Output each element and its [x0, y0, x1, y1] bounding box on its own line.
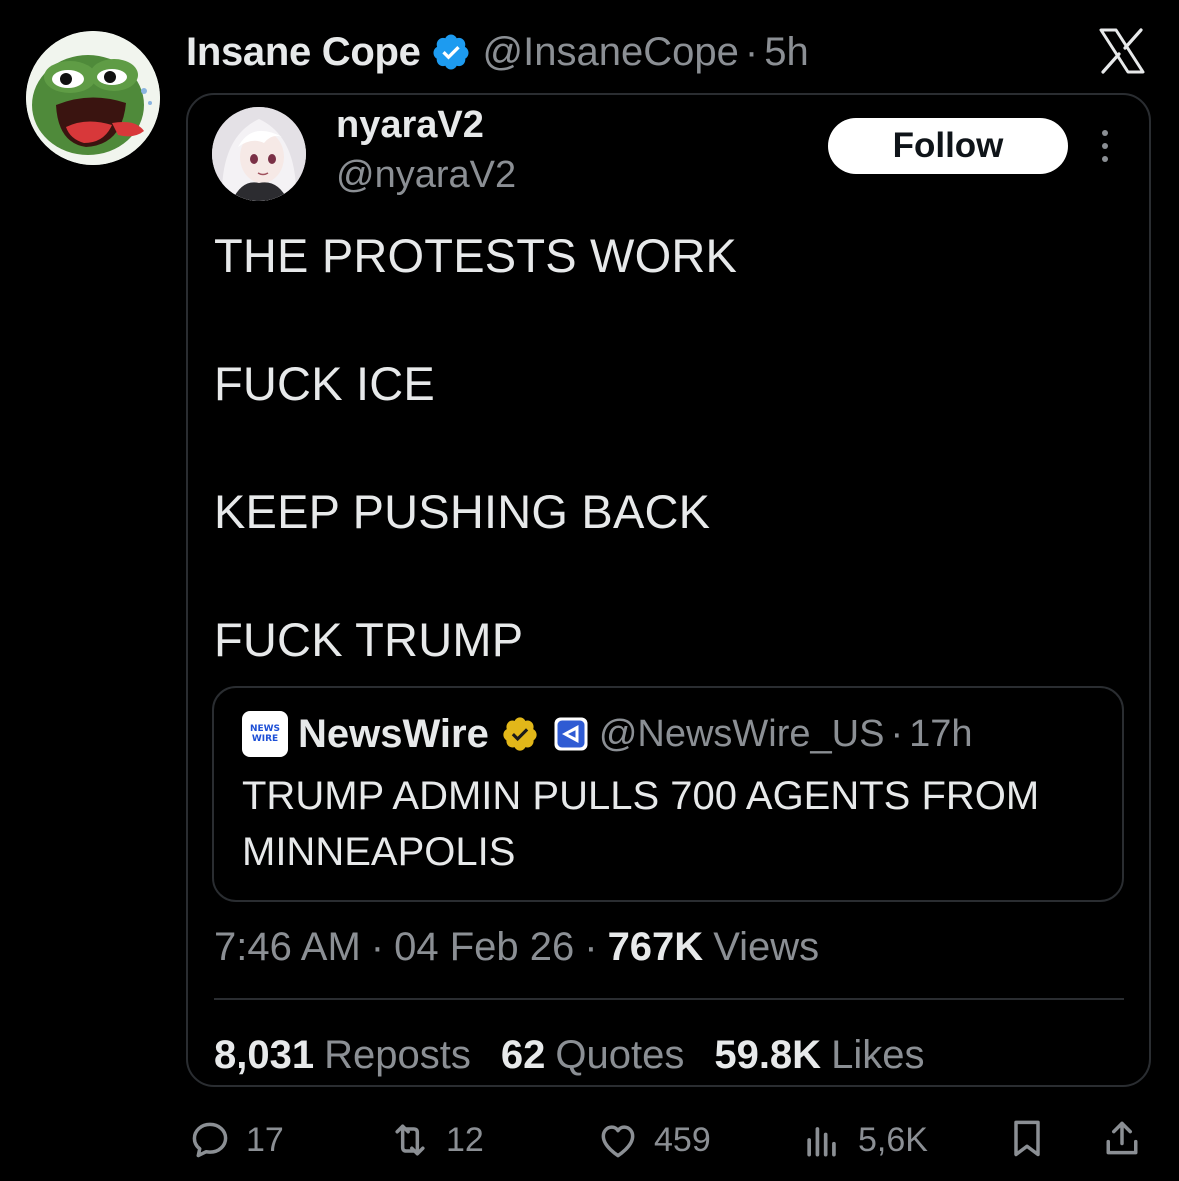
avatar[interactable] — [26, 31, 160, 165]
gold-verified-badge-icon — [503, 717, 537, 751]
post-date[interactable]: 04 Feb 26 — [394, 925, 574, 970]
like-button[interactable]: 459 — [596, 1116, 711, 1164]
engagement-stats: 8,031 Reposts 62 Quotes 59.8K Likes — [214, 1030, 954, 1080]
separator-dot: · — [370, 924, 385, 969]
quoted-author-handle[interactable]: @nyaraV2 — [336, 154, 516, 197]
author-handle[interactable]: @InsaneCope — [483, 30, 739, 75]
newswire-logo[interactable]: NEWS WIRE — [242, 711, 288, 757]
repost-icon — [395, 1124, 425, 1156]
views-label: Views — [713, 924, 820, 969]
verified-badge-icon — [433, 34, 469, 70]
logo-text: NEWS — [249, 724, 281, 734]
nested-author-handle[interactable]: @NewsWire_US — [599, 713, 885, 756]
quotes-stat[interactable]: 62 Quotes — [501, 1033, 684, 1078]
heart-icon — [601, 1125, 635, 1158]
post-text-line: KEEP PUSHING BACK — [214, 485, 711, 538]
more-options-icon[interactable] — [1096, 128, 1114, 164]
separator-dot: · — [744, 29, 759, 74]
quotes-count: 62 — [500, 1032, 546, 1077]
analytics-icon — [807, 1127, 836, 1157]
logo-text: WIRE — [251, 734, 279, 744]
quoted-author-name[interactable]: nyaraV2 — [336, 104, 484, 147]
separator-dot: · — [584, 924, 598, 969]
divider — [214, 998, 1124, 1000]
author-name[interactable]: Insane Cope — [186, 30, 421, 75]
post-meta: 7:46 AM · 04 Feb 26 · 767K Views — [214, 922, 819, 972]
repost-count: 12 — [446, 1120, 484, 1159]
reply-count: 17 — [246, 1120, 284, 1159]
repost-button[interactable]: 12 — [388, 1116, 484, 1164]
bookmark-icon[interactable] — [1005, 1116, 1049, 1160]
views-button[interactable]: 5,6K — [800, 1116, 928, 1164]
reposts-label: Reposts — [324, 1032, 471, 1077]
views-action-count: 5,6K — [858, 1120, 928, 1159]
separator-dot: · — [890, 712, 904, 755]
nested-author-name[interactable]: NewsWire — [298, 712, 489, 757]
x-logo-icon — [1099, 28, 1145, 74]
nested-post-time[interactable]: 17h — [909, 713, 972, 756]
views-count: 767K — [607, 924, 704, 969]
reposts-count: 8,031 — [214, 1032, 315, 1077]
affiliate-badge-icon — [554, 717, 588, 751]
reposts-stat[interactable]: 8,031 Reposts — [214, 1033, 471, 1078]
nested-quote-header: NewsWire @NewsWire_US · 17h — [298, 708, 973, 760]
outer-post-header: Insane Cope @InsaneCope · 5h — [186, 26, 809, 78]
nested-post-text: TRUMP ADMIN PULLS 700 AGENTS FROM MINNEA… — [242, 774, 1040, 874]
post-text-line: FUCK TRUMP — [214, 613, 524, 666]
frog-avatar-icon — [26, 31, 160, 165]
likes-stat[interactable]: 59.8K Likes — [714, 1033, 924, 1078]
anime-avatar-icon — [212, 107, 306, 201]
share-icon[interactable] — [1100, 1116, 1144, 1160]
post-text-line: THE PROTESTS WORK — [214, 229, 738, 282]
likes-count: 59.8K — [714, 1032, 822, 1077]
follow-button[interactable]: Follow — [828, 118, 1068, 174]
quotes-label: Quotes — [555, 1032, 685, 1077]
post-timestamp[interactable]: 7:46 AM — [214, 925, 361, 970]
likes-label: Likes — [831, 1032, 925, 1077]
like-count: 459 — [654, 1120, 711, 1159]
post-text-line: FUCK ICE — [214, 357, 435, 410]
post-screenshot: Insane Cope @InsaneCope · 5h nyaraV2 @ny… — [0, 0, 1179, 1181]
quoted-author-avatar[interactable] — [212, 107, 306, 201]
post-time[interactable]: 5h — [764, 30, 809, 75]
reply-icon — [192, 1122, 228, 1158]
reply-button[interactable]: 17 — [188, 1116, 284, 1164]
